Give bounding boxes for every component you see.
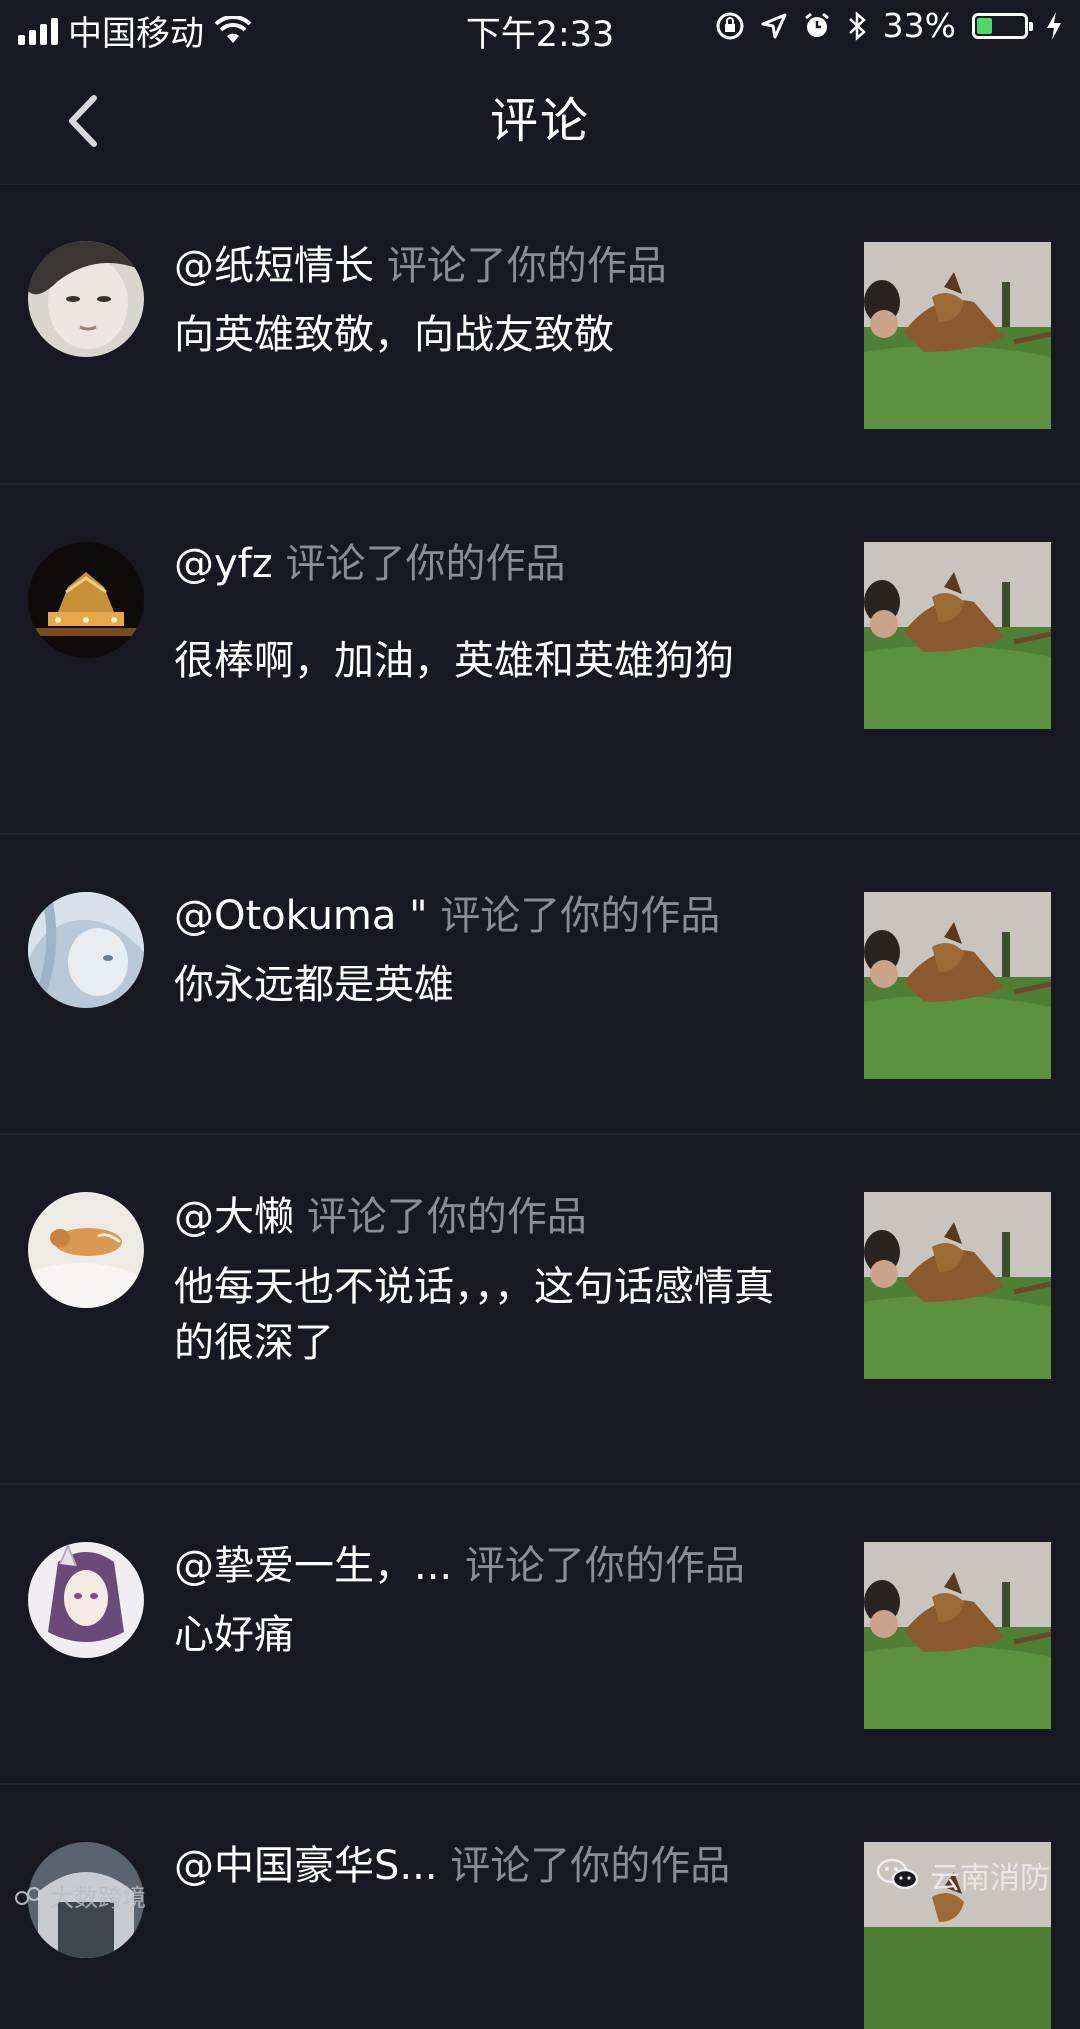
battery-percent: 33% xyxy=(882,6,956,45)
list-item[interactable]: @挚爱一生，... 评论了你的作品 心好痛 xyxy=(0,1485,1080,1785)
comment-action: 评论了你的作品 xyxy=(450,1843,731,1889)
avatar[interactable] xyxy=(28,542,144,658)
avatar[interactable] xyxy=(28,1192,144,1308)
video-thumbnail[interactable] xyxy=(864,892,1051,1079)
video-thumbnail[interactable] xyxy=(864,242,1051,429)
rotation-lock-icon xyxy=(716,12,744,39)
list-item[interactable]: @纸短情长 评论了你的作品 向英雄致敬，向战友致敬 xyxy=(0,185,1080,485)
list-item[interactable]: @Otokuma " 评论了你的作品 你永远都是英雄 xyxy=(0,835,1080,1135)
comment-action: 评论了你的作品 xyxy=(464,1543,745,1589)
comment-text: 心好痛 xyxy=(174,1612,294,1658)
list-item[interactable]: @yfz 评论了你的作品 很棒啊，加油，英雄和英雄狗狗 xyxy=(0,485,1080,835)
comment-text: 很棒啊，加油，英雄和英雄狗狗 xyxy=(174,638,734,684)
page-title: 评论 xyxy=(489,93,590,149)
watermark-right: 云南消防 xyxy=(876,1853,1050,1897)
comment-username[interactable]: @中国豪华S... xyxy=(174,1843,438,1889)
comment-action: 评论了你的作品 xyxy=(306,1194,587,1240)
avatar[interactable] xyxy=(28,1542,144,1658)
comment-action: 评论了你的作品 xyxy=(440,893,721,939)
bluetooth-icon xyxy=(848,10,866,41)
watermark-left: 大数跨境 xyxy=(14,1878,146,1913)
comment-action: 评论了你的作品 xyxy=(285,541,566,587)
charging-icon xyxy=(1047,11,1061,40)
battery-icon xyxy=(972,12,1033,39)
comment-username[interactable]: @Otokuma " xyxy=(174,893,428,939)
comment-text: 他每天也不说话，，，这句话感情真的很深了 xyxy=(174,1264,774,1366)
watermark-logo-icon xyxy=(15,1886,41,1905)
video-thumbnail[interactable] xyxy=(864,1542,1051,1729)
list-item[interactable]: @大懒 评论了你的作品 他每天也不说话，，，这句话感情真的很深了 xyxy=(0,1135,1080,1485)
nav-header: 评论 xyxy=(0,58,1080,185)
video-thumbnail[interactable] xyxy=(864,542,1051,729)
alarm-icon xyxy=(804,12,829,37)
status-bar: 中国移动 下午2:33 33% xyxy=(0,0,1080,58)
comment-text: 向英雄致敬，向战友致敬 xyxy=(174,312,614,358)
comment-username[interactable]: @大懒 xyxy=(174,1194,294,1240)
location-icon xyxy=(761,13,787,38)
comment-username[interactable]: @yfz xyxy=(174,541,273,587)
avatar[interactable] xyxy=(28,892,144,1008)
comment-action: 评论了你的作品 xyxy=(386,243,667,289)
comment-text: 你永远都是英雄 xyxy=(174,962,454,1008)
video-thumbnail[interactable] xyxy=(864,1192,1051,1379)
comment-username[interactable]: @纸短情长 xyxy=(174,243,374,289)
comment-username[interactable]: @挚爱一生，... xyxy=(174,1543,452,1589)
wechat-icon xyxy=(876,1858,919,1890)
avatar[interactable] xyxy=(28,241,144,357)
